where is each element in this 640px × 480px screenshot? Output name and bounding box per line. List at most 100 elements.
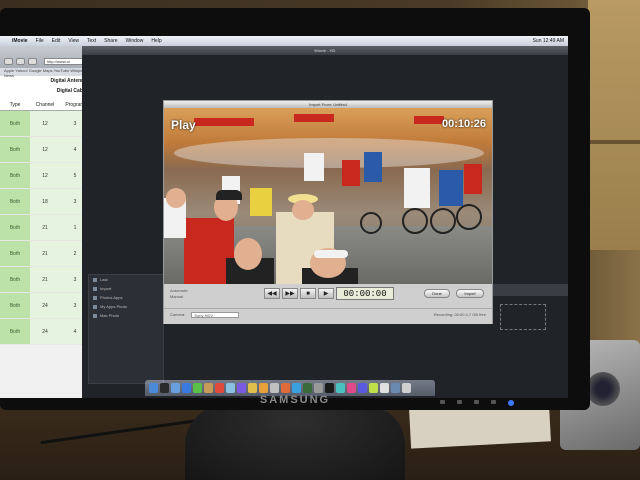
mode-manual[interactable]: Manual [170,294,188,300]
import-window: Import From: Untitled Play 00:10:26 Auto… [163,100,493,324]
cell-type: Both [0,189,30,214]
imovie-title: iMovie - HD [82,46,568,55]
cell-type: Both [0,163,30,188]
app-icon[interactable] [369,383,378,393]
ichat-icon[interactable] [193,383,202,393]
address-book-icon[interactable] [204,383,213,393]
playback-state-label: Play [171,118,196,132]
library-panel: Last Import Photos Apps My Apps Photo Ma… [88,274,164,384]
mail-icon[interactable] [171,383,180,393]
timeline-toolbar [490,284,568,296]
bookmarks-bar[interactable]: Apple Yahoo! Google Maps YouTube Wikiped… [0,68,90,78]
cyclist [464,164,482,194]
itunes-icon[interactable] [237,383,246,393]
monitor-menu-button[interactable] [440,400,445,404]
finder-icon[interactable] [149,383,158,393]
ical-icon[interactable] [215,383,224,393]
cell-type: Both [0,215,30,240]
camera-label: Camera: [170,312,186,317]
cell-channel: 12 [30,163,60,188]
stop-button[interactable]: ■ [300,288,316,299]
app-icon[interactable] [380,383,389,393]
library-item[interactable]: My Apps Photo [89,302,163,311]
menu-app-name[interactable]: iMovie [12,38,28,44]
cell-type: Both [0,241,30,266]
preview-icon[interactable] [226,383,235,393]
import-button[interactable]: Import [456,289,484,298]
spectator-head [234,238,262,270]
menu-edit[interactable]: Edit [52,38,61,44]
iphoto-icon[interactable] [248,383,257,393]
bike-wheel [360,212,382,234]
menu-window[interactable]: Window [126,38,144,44]
cyclist [364,152,382,182]
background-shelf [588,0,640,250]
system-prefs-icon[interactable] [314,383,323,393]
forward-button[interactable] [16,58,25,65]
done-button[interactable]: Done [424,289,450,298]
app-icon[interactable] [336,383,345,393]
app-icon[interactable] [358,383,367,393]
time-machine-icon[interactable] [303,383,312,393]
folder-icon [93,286,97,291]
menu-file[interactable]: File [36,38,44,44]
menu-share[interactable]: Share [104,38,117,44]
garageband-icon[interactable] [270,383,279,393]
table-row: Both 24 3 [0,293,90,319]
play-button[interactable]: ▶ [318,288,334,299]
trash-icon[interactable] [402,383,411,393]
app-icon[interactable] [347,383,356,393]
imovie-icon[interactable] [259,383,268,393]
library-item[interactable]: Mac Photo [89,311,163,320]
rewind-button[interactable]: ◀◀ [264,288,280,299]
library-item[interactable]: Import [89,284,163,293]
cyclist [439,170,463,206]
menu-view[interactable]: View [68,38,79,44]
recording-status: Recording: 00:00 4.7 GB free [433,312,486,317]
folder-icon [93,304,97,309]
import-window-title: Import From: Untitled [164,101,492,108]
safari-icon[interactable] [182,383,191,393]
import-controls: Automatic Manual ◀◀ ▶▶ ■ ▶ 00:00:00 Done… [164,284,492,324]
back-button[interactable] [4,58,13,65]
iweb-icon[interactable] [292,383,301,393]
idvd-icon[interactable] [281,383,290,393]
menu-text[interactable]: Text [87,38,96,44]
library-item[interactable]: Photos Apps [89,293,163,302]
awning [194,118,254,126]
bike-wheel [456,204,482,230]
library-item[interactable]: Last [89,275,163,284]
monitor-bezel: iMovie File Edit View Text Share Window … [0,8,590,410]
menu-help[interactable]: Help [151,38,161,44]
table-header: Type Channel Program [0,96,90,111]
header-channel: Channel [35,102,55,108]
cell-channel: 21 [30,215,60,240]
cell-channel: 24 [30,293,60,318]
import-mode: Automatic Manual [170,288,188,300]
menubar-clock[interactable]: Sun 12:49 AM [533,38,564,44]
reload-button[interactable] [28,58,37,65]
monitor-up-button[interactable] [474,400,479,404]
monitor-down-button[interactable] [457,400,462,404]
overlay-timecode: 00:10:26 [441,118,486,130]
camera-select[interactable]: Sony HDV [191,311,240,318]
power-led-icon[interactable] [508,400,514,406]
cell-channel: 12 [30,137,60,162]
drop-zone[interactable] [500,304,546,330]
documents-icon[interactable] [391,383,400,393]
timecode-display: 00:00:00 [336,287,394,300]
awning [414,116,444,124]
spectator-cap [216,190,242,200]
monitor-source-button[interactable] [491,400,496,404]
terminal-icon[interactable] [325,383,334,393]
fast-forward-button[interactable]: ▶▶ [282,288,298,299]
folder-icon [93,313,97,318]
url-field[interactable]: http://www.ui [44,58,84,65]
monitor-buttons [440,400,560,406]
dashboard-icon[interactable] [160,383,169,393]
library-item-label: My Apps Photo [100,304,127,309]
folder-icon [93,277,97,282]
browser-toolbar: http://www.ui [0,46,90,68]
table-row: Both 21 2 [0,241,90,267]
cyclist [250,188,272,216]
